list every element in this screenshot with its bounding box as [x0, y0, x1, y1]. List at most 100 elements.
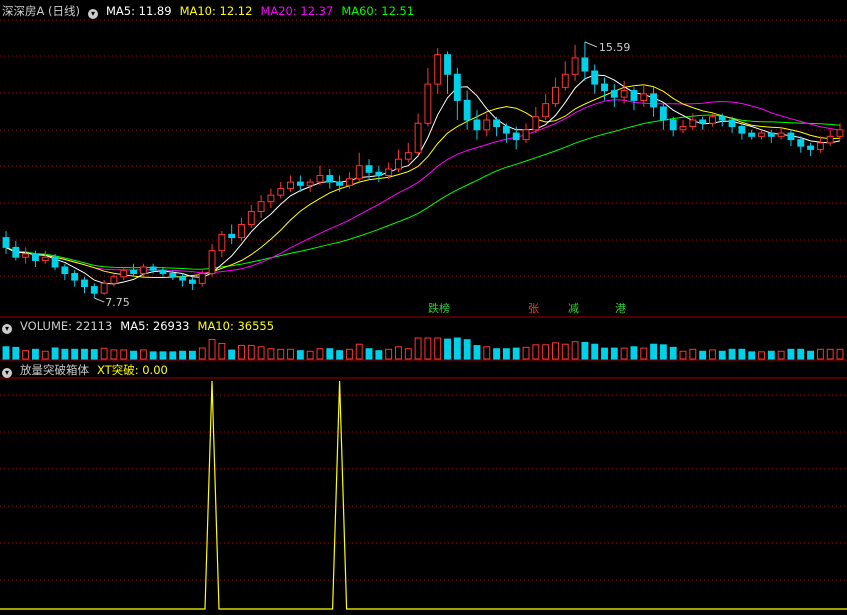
volume-bar [375, 350, 383, 360]
volume-bar [139, 349, 147, 360]
candle-body [807, 145, 815, 150]
volume-bar [316, 348, 324, 360]
candle-body [532, 116, 540, 131]
volume-bar [620, 347, 628, 360]
candle-body [149, 266, 157, 271]
volume-bar [267, 348, 275, 360]
volume-bar [699, 350, 707, 360]
volume-bar [71, 348, 79, 360]
volume-bar [90, 349, 98, 360]
candle-body [709, 116, 716, 124]
volume-bar [198, 347, 206, 360]
candle-body [198, 273, 206, 284]
volume-bar [336, 350, 344, 360]
candle-body [591, 70, 599, 85]
stock-title[interactable]: 深深房A (日线) [2, 4, 80, 18]
candle-body [404, 152, 412, 160]
xt-value: XT突破: 0.00 [97, 363, 168, 377]
volume-bar [689, 348, 697, 360]
candle-body [797, 139, 805, 147]
kline-chart-canvas[interactable]: 15.59 7.75 [0, 0, 847, 615]
volume-bar [797, 348, 805, 360]
volume-bar [228, 349, 236, 360]
candle-body [287, 181, 294, 190]
volume-bar [100, 347, 108, 360]
volume-bar [669, 346, 677, 360]
volume-bar [159, 351, 167, 360]
chevron-down-icon[interactable]: ▾ [88, 9, 98, 19]
candle-body [738, 126, 746, 134]
volume-bar [767, 350, 775, 360]
volume-bar [659, 344, 667, 360]
volume-bar [188, 350, 196, 360]
candle-body [365, 165, 373, 173]
volume-bar [41, 350, 49, 360]
indicator-panel-header: ▾ 放量突破箱体 XT突破: 0.00 [2, 361, 176, 379]
candle-body [552, 86, 559, 105]
chevron-down-icon[interactable]: ▾ [2, 368, 12, 378]
volume-bar [816, 348, 824, 360]
candle-body [267, 194, 275, 203]
volume-bar [591, 343, 599, 360]
candle-body [679, 126, 687, 131]
candle-body [610, 90, 618, 98]
volume-bar [424, 337, 432, 360]
candle-body [218, 233, 226, 252]
volume-bar [414, 337, 422, 360]
candle-body [463, 99, 471, 121]
candle-body [71, 273, 79, 281]
volume-bar [385, 348, 393, 360]
volume-value: VOLUME: 22113 [20, 319, 113, 333]
volume-bar [434, 337, 442, 360]
candle-body [483, 119, 491, 131]
volume-bar [355, 343, 363, 360]
volume-bar [571, 341, 579, 360]
volume-bar [61, 348, 69, 360]
candle-body [777, 132, 785, 137]
volume-bar [463, 339, 471, 360]
event-tag[interactable]: 跌榜 [426, 302, 452, 316]
volume-bar [81, 348, 88, 360]
chevron-down-icon[interactable]: ▾ [2, 324, 12, 334]
candle-body [336, 181, 344, 186]
high-label: 15.59 [599, 41, 631, 54]
volume-bar [787, 348, 795, 360]
event-tag[interactable]: 减 [566, 302, 581, 316]
candle-body [571, 57, 579, 75]
candle-body [453, 73, 461, 101]
volume-bar [581, 341, 589, 360]
volume-bar [552, 342, 559, 360]
volume-bar [257, 346, 265, 360]
volume-bar [22, 350, 30, 360]
candle-body [100, 282, 108, 294]
candle-body [444, 54, 451, 75]
volume-bar [679, 350, 687, 360]
volume-bar [238, 344, 245, 360]
volume-bar [365, 348, 373, 360]
volume-bar [738, 348, 746, 360]
candle-body [787, 132, 795, 141]
volume-bar [532, 344, 540, 360]
candle-body [296, 181, 304, 186]
candle-body [316, 175, 324, 183]
volume-bar [277, 348, 285, 360]
candle-body [247, 210, 255, 226]
candle-body [159, 269, 167, 275]
volume-bar [728, 348, 736, 360]
volume-bar [512, 347, 520, 360]
candle-body [208, 250, 216, 275]
candle-body [659, 106, 667, 121]
volume-bar [208, 339, 216, 360]
volume-bar [542, 344, 550, 360]
volume-panel-header: ▾ VOLUME: 22113 MA5: 26933 MA10: 36555 [2, 317, 282, 335]
event-tag[interactable]: 张 [526, 302, 541, 316]
candle-body [620, 90, 628, 98]
volume-bar [444, 338, 451, 360]
candle-body [90, 286, 98, 294]
event-tag[interactable]: 港 [613, 302, 628, 316]
indicator-name[interactable]: 放量突破箱体 [20, 363, 89, 377]
volume-bar [601, 347, 608, 360]
candle-body [650, 93, 658, 108]
volume-bar [12, 346, 20, 360]
candle-body [728, 119, 736, 128]
